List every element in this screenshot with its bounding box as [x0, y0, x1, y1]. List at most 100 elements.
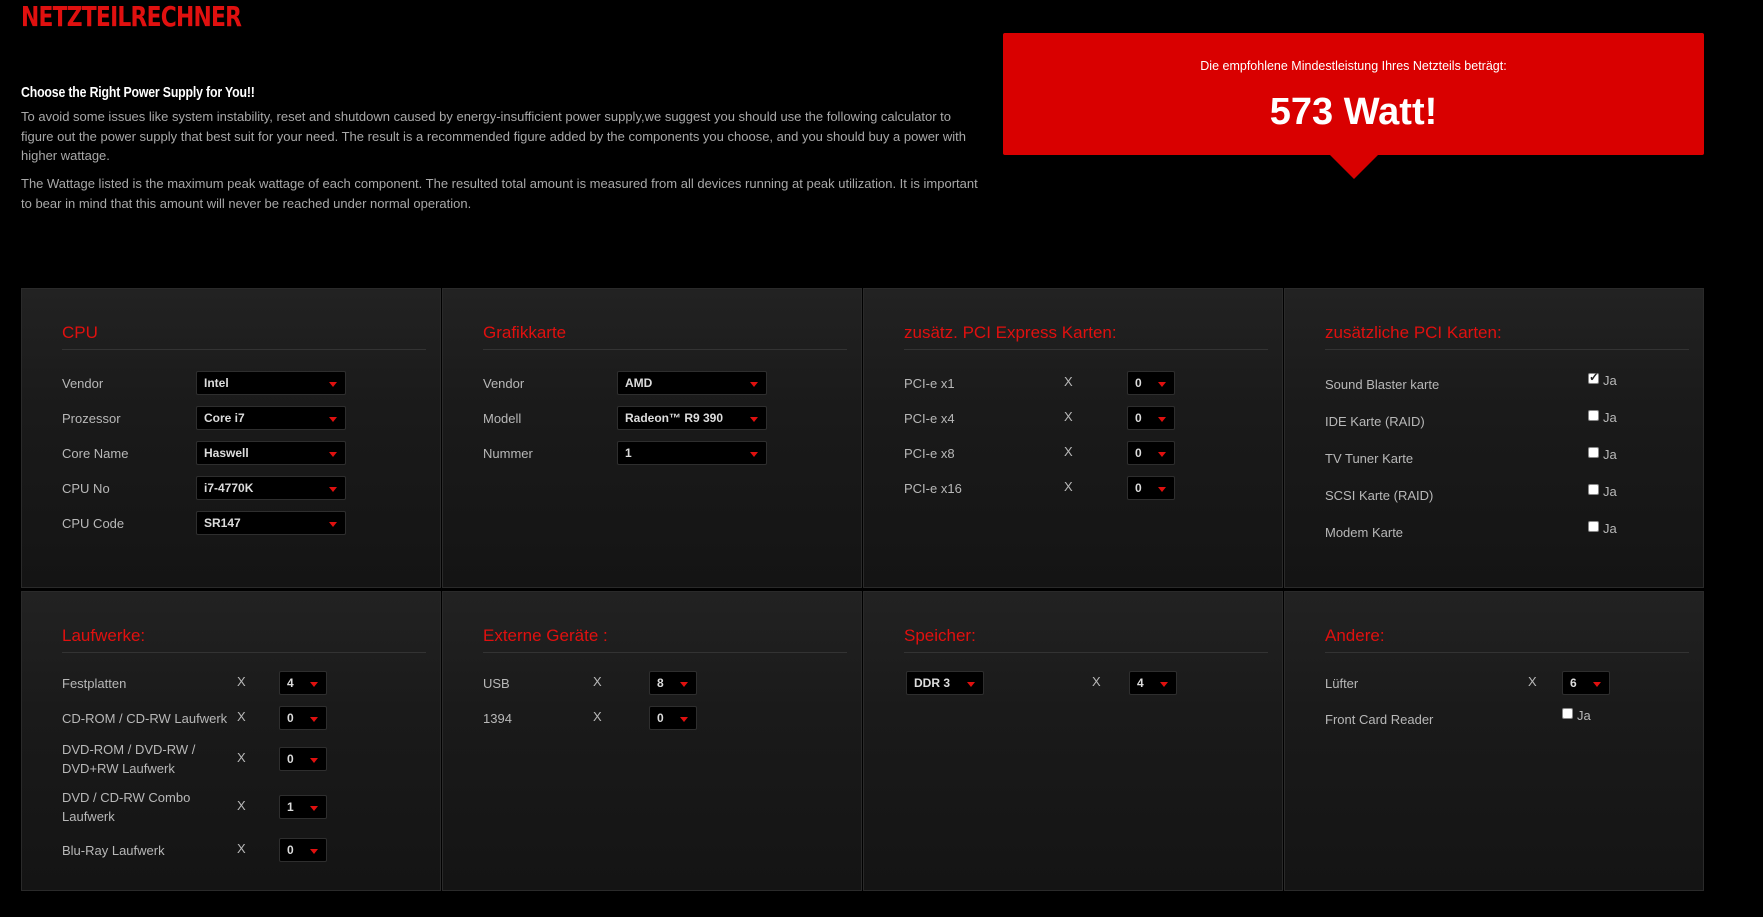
multiply-sign: X: [1064, 374, 1073, 389]
external-usb-label: USB: [483, 676, 510, 691]
pci-modem-checkbox[interactable]: [1588, 521, 1599, 532]
cpu-vendor-value: Intel: [204, 376, 229, 390]
panel-title-pci: zusätzliche PCI Karten:: [1325, 323, 1689, 350]
panel-drives: Laufwerke: Festplatten X 4 CD-ROM / CD-R…: [21, 591, 441, 891]
cpu-corename-select[interactable]: Haswell: [196, 441, 346, 465]
drives-combo-label: DVD / CD-RW Combo Laufwerk: [62, 788, 190, 826]
drives-combo-label-line2: Laufwerk: [62, 809, 115, 824]
memory-count-select[interactable]: 4: [1129, 671, 1177, 695]
chevron-down-icon: [750, 417, 758, 422]
multiply-sign: X: [237, 709, 246, 724]
chevron-down-icon: [310, 806, 318, 811]
drives-bluray-label: Blu-Ray Laufwerk: [62, 843, 165, 858]
external-1394-label: 1394: [483, 711, 512, 726]
panel-title-other: Andere:: [1325, 626, 1689, 653]
chevron-down-icon: [329, 382, 337, 387]
multiply-sign: X: [1064, 479, 1073, 494]
drives-combo-select[interactable]: 1: [279, 795, 327, 819]
panel-title-cpu: CPU: [62, 323, 426, 350]
chevron-down-icon: [329, 522, 337, 527]
pcie-x16-select[interactable]: 0: [1127, 476, 1175, 500]
other-fans-value: 6: [1570, 676, 1577, 690]
panel-memory: Speicher: DDR 3 X 4: [863, 591, 1283, 891]
result-value: 573 Watt!: [1269, 91, 1438, 133]
other-fans-select[interactable]: 6: [1562, 671, 1610, 695]
pci-scsi-ja: Ja: [1603, 484, 1617, 499]
cpu-processor-value: Core i7: [204, 411, 245, 425]
panel-pci: zusätzliche PCI Karten: Sound Blaster ka…: [1284, 288, 1704, 588]
pcie-x4-select[interactable]: 0: [1127, 406, 1175, 430]
panel-pcie: zusätz. PCI Express Karten: PCI-e x1 X 0…: [863, 288, 1283, 588]
panel-gpu: Grafikkarte Vendor AMD Modell Radeon™ R9…: [442, 288, 862, 588]
drives-dvdrom-select[interactable]: 0: [279, 747, 327, 771]
chevron-down-icon: [967, 682, 975, 687]
pci-modem-label: Modem Karte: [1325, 525, 1404, 540]
gpu-number-select[interactable]: 1: [617, 441, 767, 465]
drives-bluray-select[interactable]: 0: [279, 838, 327, 862]
multiply-sign: X: [237, 798, 246, 813]
multiply-sign: X: [593, 674, 602, 689]
pci-soundblaster-ja: Ja: [1603, 373, 1617, 388]
other-cardreader-checkbox[interactable]: [1562, 708, 1573, 719]
panel-title-external: Externe Geräte :: [483, 626, 847, 653]
drives-dvdrom-value: 0: [287, 752, 294, 766]
pcie-x8-label: PCI-e x8: [904, 446, 955, 461]
page-title: NETZTEILRECHNER: [21, 0, 242, 33]
drives-cdrom-select[interactable]: 0: [279, 706, 327, 730]
pcie-x1-select[interactable]: 0: [1127, 371, 1175, 395]
result-label: Die empfohlene Mindestleistung Ihres Net…: [1200, 59, 1507, 73]
gpu-vendor-select[interactable]: AMD: [617, 371, 767, 395]
gpu-model-select[interactable]: Radeon™ R9 390: [617, 406, 767, 430]
cpu-no-select[interactable]: i7-4770K: [196, 476, 346, 500]
pci-tvtuner-label: TV Tuner Karte: [1325, 451, 1414, 466]
chevron-down-icon: [329, 417, 337, 422]
chevron-down-icon: [1158, 417, 1166, 422]
pci-scsi-checkbox[interactable]: [1588, 484, 1599, 495]
memory-type-value: DDR 3: [914, 676, 951, 690]
gpu-model-value: Radeon™ R9 390: [625, 411, 724, 425]
memory-count-value: 4: [1137, 676, 1144, 690]
cpu-code-label: CPU Code: [62, 516, 125, 531]
pcie-x4-value: 0: [1135, 411, 1142, 425]
cpu-processor-select[interactable]: Core i7: [196, 406, 346, 430]
chevron-down-icon: [1158, 487, 1166, 492]
drives-hdd-label: Festplatten: [62, 676, 127, 691]
multiply-sign: X: [1064, 409, 1073, 424]
drives-hdd-value: 4: [287, 676, 294, 690]
cpu-code-select[interactable]: SR147: [196, 511, 346, 535]
panel-title-gpu: Grafikkarte: [483, 323, 847, 350]
drives-dvdrom-label: DVD-ROM / DVD-RW / DVD+RW Laufwerk: [62, 740, 195, 778]
cpu-corename-value: Haswell: [204, 446, 249, 460]
memory-type-select[interactable]: DDR 3: [906, 671, 984, 695]
pci-soundblaster-checkbox[interactable]: [1588, 370, 1599, 384]
chevron-down-icon: [329, 452, 337, 457]
drives-dvdrom-label-line1: DVD-ROM / DVD-RW /: [62, 742, 196, 757]
cpu-corename-label: Core Name: [62, 446, 129, 461]
multiply-sign: X: [237, 750, 246, 765]
drives-combo-value: 1: [287, 800, 294, 814]
external-usb-select[interactable]: 8: [649, 671, 697, 695]
result-box: Die empfohlene Mindestleistung Ihres Net…: [1003, 33, 1704, 179]
pcie-x8-select[interactable]: 0: [1127, 441, 1175, 465]
drives-hdd-select[interactable]: 4: [279, 671, 327, 695]
drives-dvdrom-label-line2: DVD+RW Laufwerk: [62, 761, 175, 776]
other-cardreader-label: Front Card Reader: [1325, 712, 1434, 727]
panel-title-drives: Laufwerke:: [62, 626, 426, 653]
other-fans-label: Lüfter: [1325, 676, 1359, 691]
chevron-down-icon: [750, 452, 758, 457]
cpu-vendor-select[interactable]: Intel: [196, 371, 346, 395]
pci-ide-checkbox[interactable]: [1588, 410, 1599, 421]
chevron-down-icon: [310, 758, 318, 763]
pci-tvtuner-checkbox[interactable]: [1588, 447, 1599, 458]
chevron-down-icon: [680, 682, 688, 687]
chevron-down-icon: [1593, 682, 1601, 687]
external-1394-select[interactable]: 0: [649, 706, 697, 730]
chevron-down-icon: [1158, 382, 1166, 387]
external-usb-value: 8: [657, 676, 664, 690]
panel-title-memory: Speicher:: [904, 626, 1268, 653]
pci-tvtuner-ja: Ja: [1603, 447, 1617, 462]
drives-combo-label-line1: DVD / CD-RW Combo: [62, 790, 191, 805]
external-1394-value: 0: [657, 711, 664, 725]
chevron-down-icon: [310, 717, 318, 722]
pcie-x16-label: PCI-e x16: [904, 481, 962, 496]
